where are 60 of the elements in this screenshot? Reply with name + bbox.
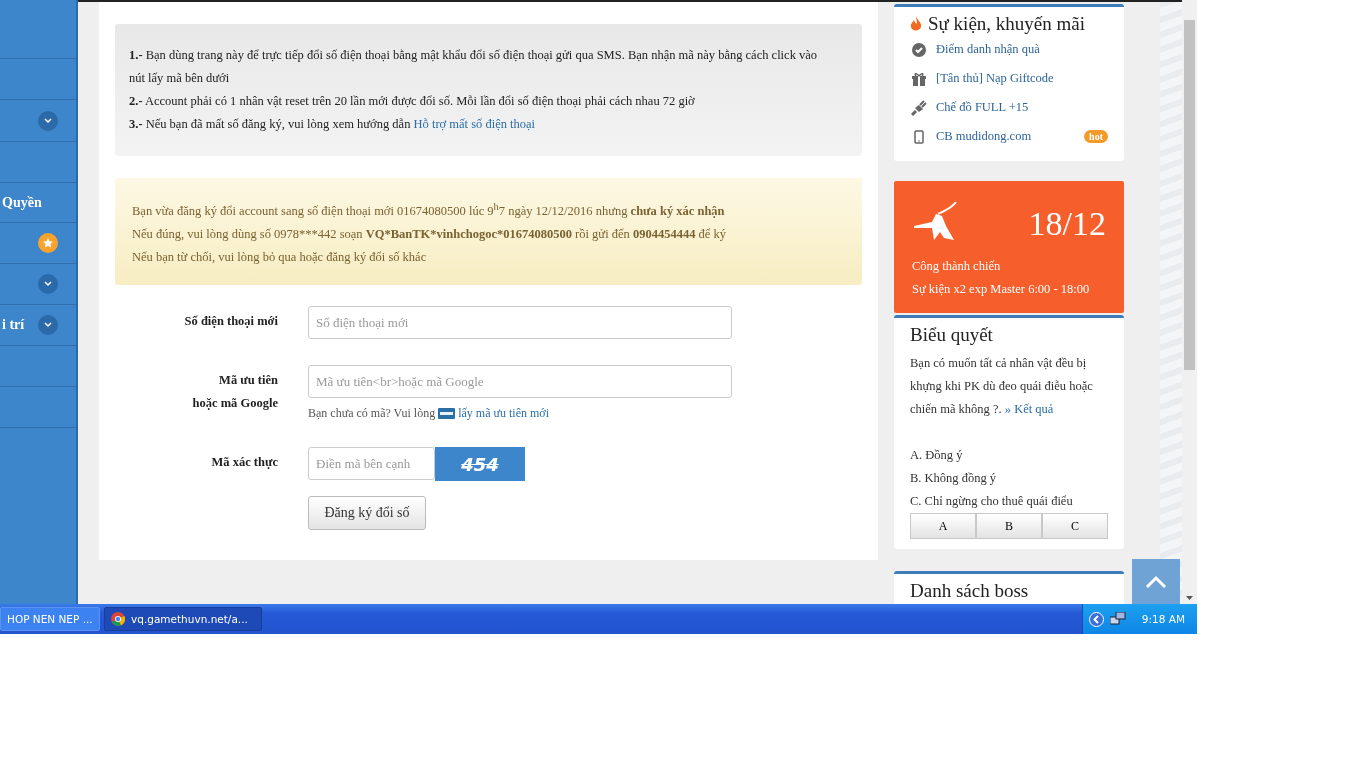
gift-icon: [911, 71, 927, 86]
card-icon: [438, 408, 456, 420]
check-icon: [912, 42, 926, 57]
scroll-top-button[interactable]: [1132, 559, 1180, 604]
vote-button[interactable]: C: [1042, 513, 1108, 539]
notice-line: Nếu đúng, vui lòng dùng số 0978***442 soạn VQ*BanTK*vinhchogoc*01674080500 rồi gửi đến 0904454444 để ký: [132, 227, 726, 242]
sidebar-item[interactable]: Quyền: [0, 183, 76, 223]
phone-icon: [914, 129, 924, 144]
chevron-icon: [38, 274, 58, 294]
network-icon[interactable]: [1109, 612, 1126, 626]
captcha-image: 454: [435, 447, 525, 482]
scroll-down-icon[interactable]: [1186, 596, 1193, 600]
plug-icon: [910, 98, 928, 117]
event-link[interactable]: Điểm danh nhận quà: [936, 42, 1108, 57]
poll-option: B. Không đồng ý: [910, 467, 1108, 490]
field-label: Mã xác thực: [210, 454, 278, 472]
poll-question: Bạn có muốn tất cả nhân vật đều bị khựng khi PK dù đeo quái điễu hoặc chiến mã không ?. » Kết quả: [910, 355, 1094, 418]
event-title: Công thành chiến: [912, 258, 1002, 275]
caret-up-icon: [1145, 574, 1167, 589]
field-label: Số điện thoại mới: [183, 313, 278, 331]
support-link[interactable]: Hỗ trợ mất số điện thoại: [413, 117, 536, 131]
info-item: 2.- Account phải có 1 nhân vật reset trên 20 lần mới được đổi số. Mỗi lần đổi số điện thoại phải cách nhau 72 giờ: [129, 93, 696, 110]
card-title: Danh sách boss: [910, 580, 1029, 601]
notice-line: Nếu bạn từ chối, vui lòng bỏ qua hoặc đăng ký đổi số khác: [132, 250, 427, 265]
card-title: Sự kiện, khuyến mãi: [928, 13, 1085, 35]
flame-icon: [910, 16, 922, 32]
vote-button[interactable]: B: [976, 513, 1042, 539]
event-link[interactable]: CB mudidong.com: [936, 129, 1077, 144]
chevron-icon: [38, 315, 58, 335]
field-label: Mã ưu tiên hoặc mã Google: [191, 372, 278, 413]
poll-option: C. Chỉ ngừng cho thuê quái điểu: [910, 490, 1108, 513]
phone-field[interactable]: Số điện thoại mới: [308, 306, 732, 340]
code-field[interactable]: Mã ưu tiên<br>hoặc mã Google: [308, 365, 732, 399]
sidebar-label: Quyền: [2, 194, 42, 211]
submit-button[interactable]: Đăng ký đổi số: [308, 496, 426, 531]
poll-option: A. Đồng ý: [910, 444, 1108, 467]
clock: 9:18 AM: [1141, 613, 1185, 625]
event-link[interactable]: Chế đồ FULL +15: [936, 100, 1108, 115]
hint-text: Bạn chưa có mã? Vui lòng: [308, 406, 436, 422]
taskbar-button[interactable]: HOP NEN NEP ...: [0, 607, 100, 631]
notice-line: Bạn vừa đăng ký đổi account sang số điện thoại mới 01674080500 lúc 9$^{h}$7 ngày 12/12/2016 nhưng chưa ký xác nhận: [132, 204, 725, 219]
chevron-icon: [38, 110, 58, 131]
captcha-field[interactable]: Điền mã bên cạnh: [308, 447, 435, 481]
event-date: 18/12: [1028, 205, 1106, 243]
result-link[interactable]: » Kết quả: [1004, 402, 1054, 416]
browser-icon: [111, 612, 125, 626]
info-item: 3.- Nếu bạn đã mất số đăng ký, vui lòng xem hướng dẫn Hỗ trợ mất số điện thoại: [129, 116, 537, 133]
info-item: 1.- Bạn dùng trang này để trực tiếp đổi số điện thoại bằng mật khẩu đổi số điện thoại gửi qua SMS. Bạn nhận mã này bằng cách click vào nút lấy mã bên dưới: [129, 47, 819, 87]
card-title: Biểu quyết: [910, 324, 993, 345]
scrollbar[interactable]: [1182, 0, 1197, 604]
hot-badge: hot: [1084, 130, 1108, 143]
vote-button[interactable]: A: [910, 513, 976, 539]
sidebar-label: i trí: [2, 317, 25, 333]
get-code-link[interactable]: lấy mã ưu tiên mới: [458, 406, 550, 422]
scrollbar-thumb[interactable]: [1184, 20, 1195, 370]
sidebar-item[interactable]: i trí: [0, 305, 76, 346]
chevron-left-icon[interactable]: [1088, 611, 1104, 627]
taskbar-button[interactable]: vq.gamethuvn.net/a...: [104, 607, 262, 631]
event-subtitle: Sự kiện x2 exp Master 6:00 - 18:00: [912, 281, 1091, 298]
event-link[interactable]: [Tân thủ] Nạp Giftcode: [936, 71, 1108, 86]
